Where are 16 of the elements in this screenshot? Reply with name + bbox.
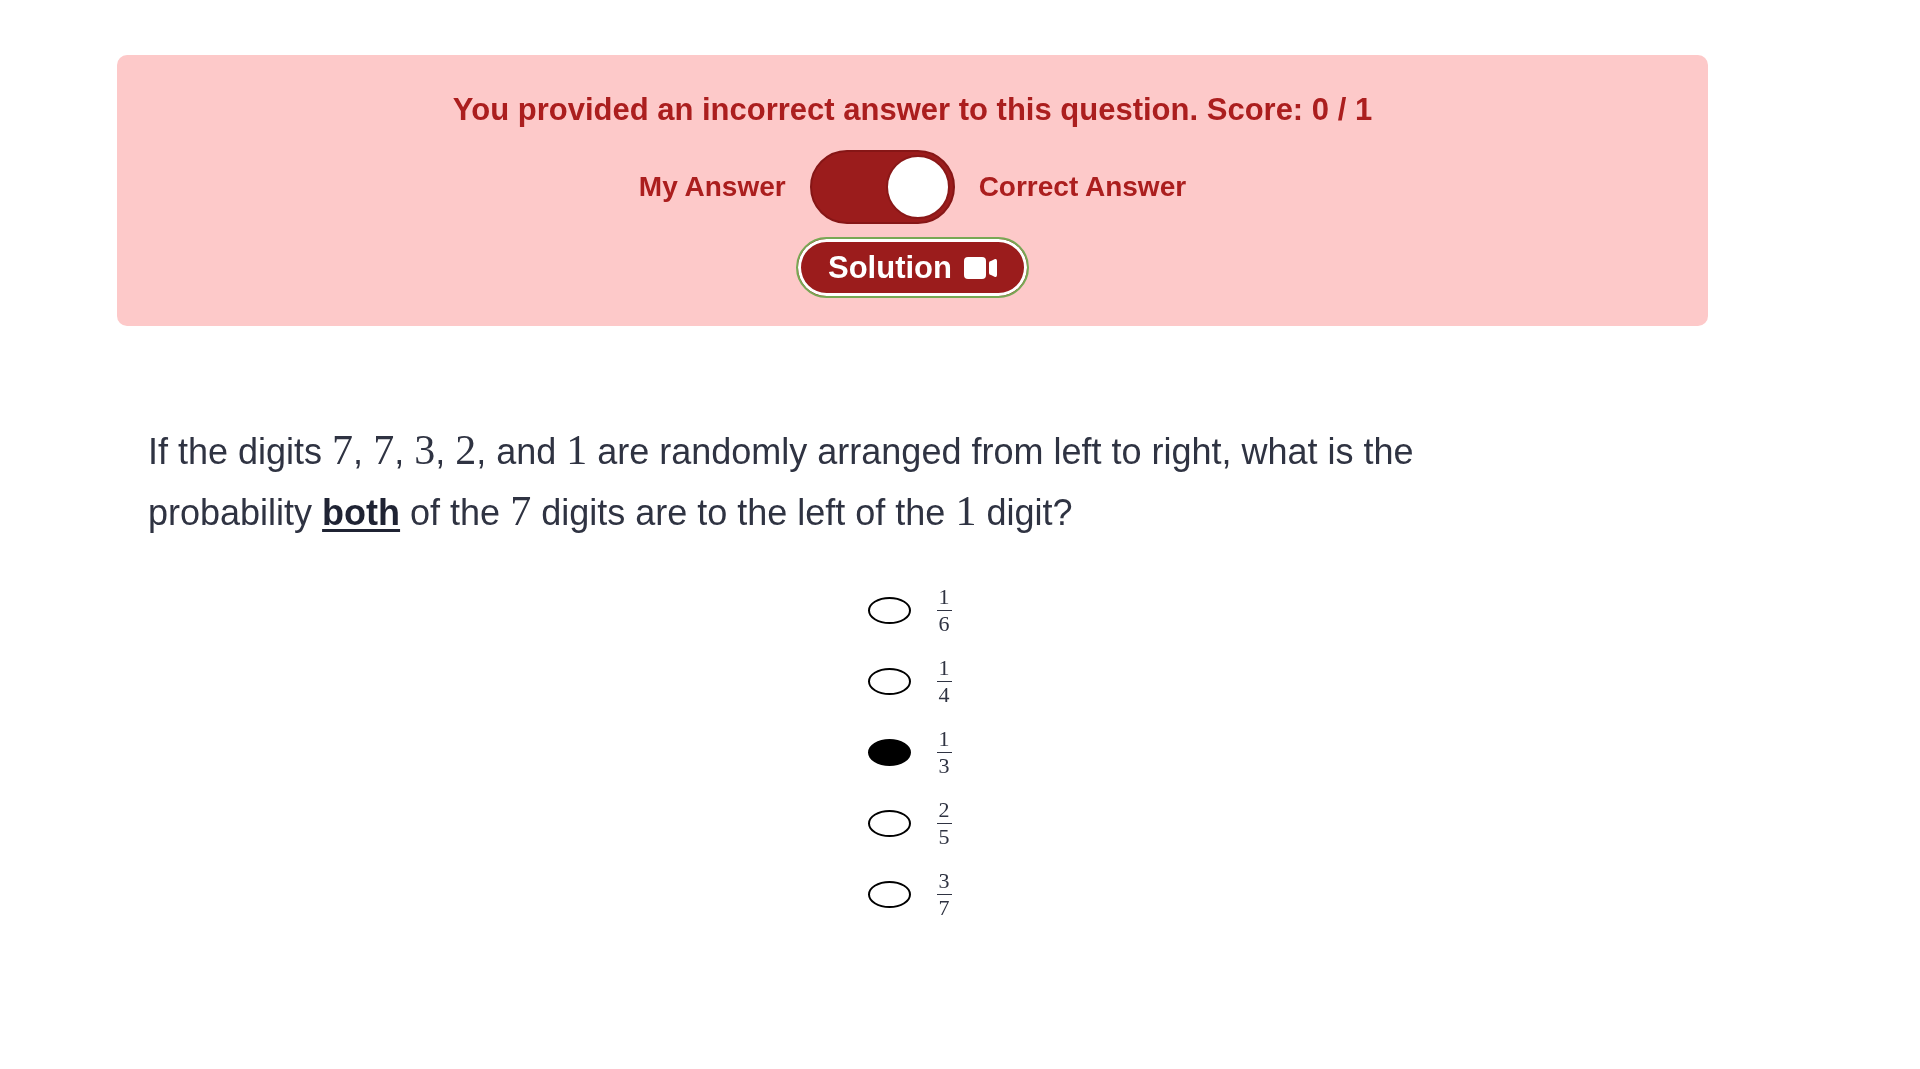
fraction-label: 1 6 bbox=[936, 586, 952, 635]
fraction-label: 1 3 bbox=[936, 728, 952, 777]
fraction-label: 2 5 bbox=[936, 799, 952, 848]
radio-button[interactable] bbox=[867, 739, 911, 766]
radio-button[interactable] bbox=[867, 881, 911, 908]
radio-button[interactable] bbox=[867, 810, 911, 837]
correct-answer-label: Correct Answer bbox=[978, 171, 1187, 203]
question-text: If the digits 7, 7, 3, 2, and 1 are randomly arranged from left to right, what is the probability both of the 7 digits are to the left of the 1 digit? bbox=[147, 426, 1415, 536]
fraction-label: 3 7 bbox=[936, 870, 952, 919]
solution-button[interactable]: Solution bbox=[796, 237, 1029, 298]
video-camera-icon bbox=[964, 256, 997, 279]
fraction-label: 1 4 bbox=[936, 657, 952, 706]
feedback-message: You provided an incorrect answer to this question. Score: 0 / 1 bbox=[452, 91, 1373, 129]
my-answer-label: My Answer bbox=[638, 171, 786, 203]
radio-button[interactable] bbox=[867, 597, 911, 624]
radio-button[interactable] bbox=[867, 668, 911, 695]
